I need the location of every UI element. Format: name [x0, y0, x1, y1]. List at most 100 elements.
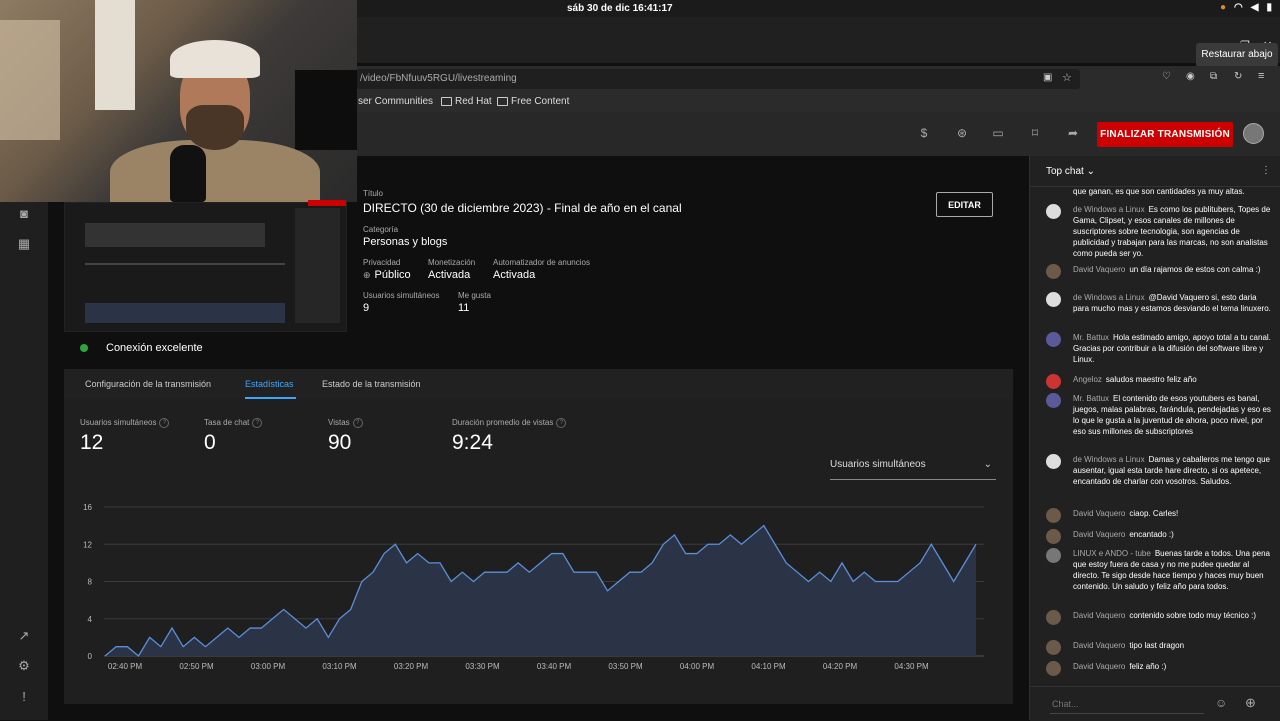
settings-icon[interactable]: ⚙ — [16, 658, 32, 674]
chat-author[interactable]: LINUX e ANDO - tube — [1073, 549, 1151, 558]
avatar[interactable] — [1046, 529, 1061, 544]
chat-message-body: Mr. Battux Hola estimado amigo, apoyo tot… — [1073, 332, 1273, 365]
chat-author[interactable]: David Vaquero — [1073, 530, 1125, 539]
stream-preview[interactable] — [64, 202, 347, 332]
menu-icon[interactable]: ≡ — [1258, 70, 1264, 82]
chat-header: Top chat ⌄ ⋮ — [1030, 156, 1280, 187]
stream-privacy: ⊕ Público — [363, 269, 411, 281]
y-tick-label: 16 — [83, 503, 92, 512]
tooltip: Restaurar abajo — [1196, 43, 1278, 67]
microphone-icon[interactable]: ● — [1220, 2, 1226, 13]
avatar[interactable] — [1046, 204, 1061, 219]
viewers-label: Usuarios simultáneos — [363, 291, 440, 300]
page-action-icon[interactable]: ▣ — [1043, 72, 1052, 83]
chat-text: feliz año :) — [1129, 662, 1167, 671]
avatar[interactable] — [1046, 264, 1061, 279]
globe-icon: ⊕ — [363, 270, 371, 280]
chat-author[interactable]: David Vaquero — [1073, 611, 1125, 620]
tab-status[interactable]: Estado de la transmisión — [322, 379, 421, 389]
wifi-icon[interactable]: ◠ — [1234, 2, 1243, 13]
stat-value: 0 — [204, 431, 216, 454]
super-chat-icon[interactable]: ⊛ — [955, 126, 969, 140]
volume-icon[interactable]: ◀ — [1251, 2, 1259, 13]
extension-icon[interactable]: ↻ — [1234, 71, 1242, 82]
chat-author[interactable]: David Vaquero — [1073, 662, 1125, 671]
help-icon[interactable]: ? — [556, 418, 567, 428]
chat-text: ciaop. Carles! — [1129, 509, 1179, 518]
avatar[interactable] — [1046, 661, 1061, 676]
y-tick-label: 4 — [88, 615, 93, 624]
chart-area — [105, 525, 976, 656]
share-icon[interactable]: ➦ — [1066, 126, 1080, 140]
avatar[interactable] — [1046, 393, 1061, 408]
x-tick-label: 03:10 PM — [322, 662, 357, 671]
chat-author[interactable]: David Vaquero — [1073, 641, 1125, 650]
star-icon[interactable]: ☆ — [1062, 71, 1072, 84]
bookmark-item[interactable]: ser Communities — [358, 96, 433, 107]
chat-text: contenido sobre todo muy técnico :) — [1129, 611, 1257, 620]
edit-button[interactable]: EDITAR — [936, 192, 993, 217]
avatar[interactable] — [1046, 548, 1061, 563]
live-indicator — [308, 200, 346, 206]
bookmark-icon[interactable]: ⌑ — [1028, 126, 1042, 140]
privacy-label: Privacidad — [363, 258, 401, 267]
avatar[interactable] — [1046, 332, 1061, 347]
chat-author[interactable]: de Windows a Linux — [1073, 455, 1145, 464]
x-tick-label: 02:50 PM — [179, 662, 214, 671]
more-options-icon[interactable]: ⋮ — [1261, 165, 1271, 176]
x-tick-label: 03:30 PM — [465, 662, 500, 671]
avatar[interactable] — [1046, 508, 1061, 523]
help-icon[interactable]: ? — [252, 418, 263, 428]
monetization-icon[interactable]: $ — [917, 126, 931, 140]
metric-select[interactable]: Usuarios simultáneos ⌄ — [830, 459, 996, 480]
emoji-icon[interactable]: ☺ — [1215, 696, 1227, 710]
end-stream-button[interactable]: FINALIZAR TRANSMISIÓN — [1097, 122, 1233, 147]
chat-message-body: LINUX e ANDO - tube Buenas tarde a todos.… — [1073, 548, 1273, 592]
chat-text: tipo last dragon — [1129, 641, 1185, 650]
cards-icon[interactable]: ▭ — [991, 126, 1005, 140]
external-link-icon[interactable]: ↗ — [16, 628, 32, 644]
bookmark-item[interactable]: Free Content — [497, 96, 569, 107]
left-rail: ◙ ▦ ↗ ⚙ ! — [0, 156, 48, 720]
chat-author[interactable]: Mr. Battux — [1073, 333, 1109, 342]
stat-label-text: Duración promedio de vistas — [452, 418, 554, 428]
connection-status: Conexión excelente — [106, 342, 203, 354]
address-bar[interactable]: /video/FbNfuuv5RGU/livestreaming — [356, 69, 1080, 89]
chat-author[interactable]: de Windows a Linux — [1073, 293, 1145, 302]
tab-stats[interactable]: Estadísticas — [245, 379, 294, 389]
chat-author[interactable]: David Vaquero — [1073, 509, 1125, 518]
bookmark-item[interactable]: Red Hat — [441, 96, 492, 107]
chat-input[interactable] — [1050, 695, 1204, 714]
avatar[interactable] — [1046, 292, 1061, 307]
avatar[interactable] — [1046, 374, 1061, 389]
pocket-icon[interactable]: ♡ — [1162, 71, 1171, 82]
y-tick-label: 0 — [88, 652, 93, 661]
help-icon[interactable]: ? — [352, 418, 363, 428]
stat-value: 90 — [328, 431, 352, 454]
chat-author[interactable]: de Windows a Linux — [1073, 205, 1145, 214]
stat-label-text: Vistas — [328, 418, 350, 428]
chat-input-area: ☺ ⊕ — [1030, 686, 1280, 721]
metric-select-value: Usuarios simultáneos — [830, 459, 926, 470]
chat-author[interactable]: Mr. Battux — [1073, 394, 1109, 403]
avatar[interactable] — [1046, 610, 1061, 625]
chat-mode-select[interactable]: Top chat ⌄ — [1046, 166, 1095, 177]
add-icon[interactable]: ⊕ — [1245, 695, 1256, 711]
y-tick-label: 12 — [83, 540, 92, 549]
avatar[interactable] — [1046, 454, 1061, 469]
battery-icon[interactable]: ▮ — [1266, 2, 1272, 13]
account-icon[interactable]: ◉ — [1186, 71, 1195, 82]
likes-label: Me gusta — [458, 291, 491, 300]
extensions-icon[interactable]: ⧉ — [1210, 71, 1217, 82]
x-tick-label: 03:50 PM — [608, 662, 643, 671]
help-icon[interactable]: ? — [159, 418, 170, 428]
monetization-label: Monetización — [428, 258, 476, 267]
chat-author[interactable]: Angeloz — [1073, 375, 1102, 384]
camera-icon[interactable]: ◙ — [16, 206, 32, 222]
calendar-icon[interactable]: ▦ — [16, 236, 32, 252]
avatar[interactable] — [1243, 123, 1264, 144]
feedback-icon[interactable]: ! — [16, 689, 32, 705]
chat-author[interactable]: David Vaquero — [1073, 265, 1125, 274]
avatar[interactable] — [1046, 640, 1061, 655]
tab-config[interactable]: Configuración de la transmisión — [85, 379, 211, 389]
